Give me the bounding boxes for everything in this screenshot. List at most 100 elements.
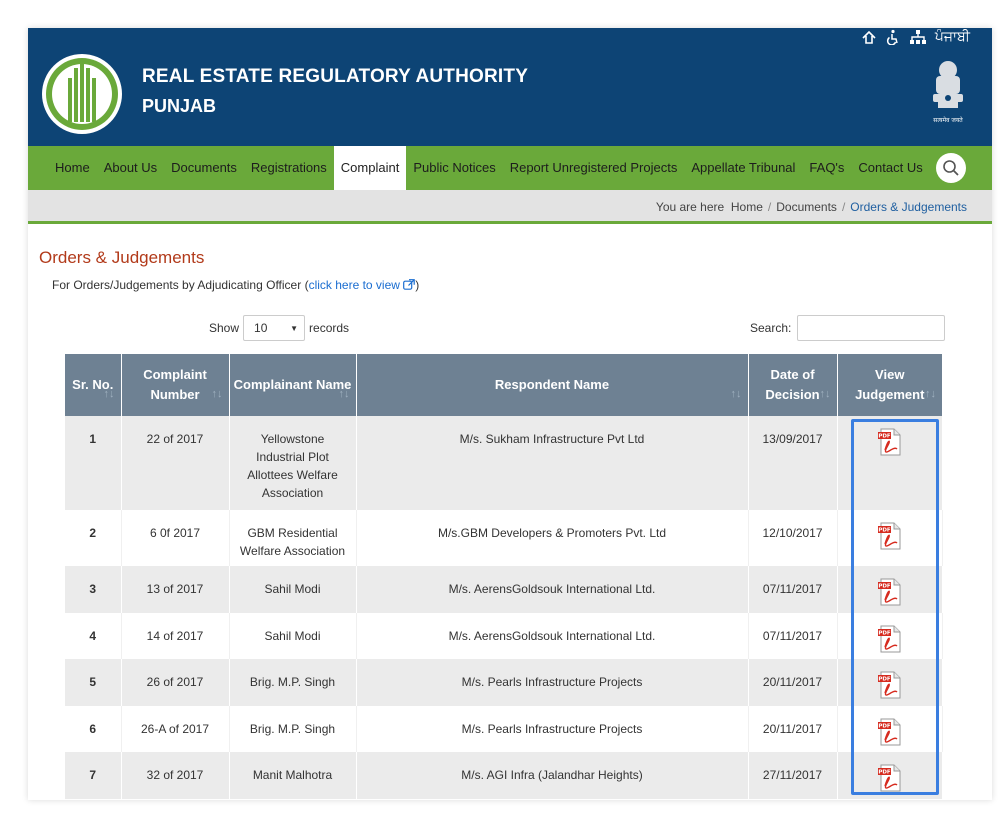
nav-report-unregistered-projects[interactable]: Report Unregistered Projects bbox=[503, 146, 685, 190]
breadcrumb-documents[interactable]: Documents bbox=[776, 200, 837, 214]
sr-no-cell: 7 bbox=[65, 752, 122, 799]
complainant-cell: Brig. M.P. Singh bbox=[229, 706, 357, 752]
language-toggle[interactable]: ਪੰਜਾਬੀ bbox=[935, 28, 970, 45]
pdf-icon[interactable]: PDF bbox=[877, 718, 903, 746]
respondent-cell: M/s. Sukham Infrastructure Pvt Ltd bbox=[356, 416, 749, 510]
sort-icon: ↑↓ bbox=[730, 388, 742, 400]
respondent-cell: M/s. Pearls Infrastructure Projects bbox=[356, 706, 749, 752]
sr-no-cell: 4 bbox=[65, 613, 122, 659]
sort-icon: ↑↓ bbox=[103, 388, 115, 400]
table-row: 7 32 of 2017 Manit Malhotra M/s. AGI Inf… bbox=[65, 752, 943, 799]
nav-about-us[interactable]: About Us bbox=[97, 146, 164, 190]
screen-reader-icon[interactable] bbox=[861, 29, 877, 45]
respondent-cell: M/s. AerensGoldsouk International Ltd. bbox=[356, 613, 749, 659]
info-close: ) bbox=[415, 278, 420, 292]
table-row: 1 22 of 2017 Yellowstone Industrial Plot… bbox=[65, 416, 943, 510]
breadcrumb-home[interactable]: Home bbox=[731, 200, 763, 214]
site-title: REAL ESTATE REGULATORY AUTHORITY bbox=[142, 66, 529, 87]
pdf-icon[interactable]: PDF bbox=[877, 625, 903, 653]
table-row: 4 14 of 2017 Sahil Modi M/s. AerensGolds… bbox=[65, 613, 943, 659]
sitemap-icon[interactable] bbox=[909, 29, 927, 45]
nav-contact-us[interactable]: Contact Us bbox=[851, 146, 929, 190]
col-complainant-name-label: Complainant Name bbox=[233, 377, 352, 392]
search-button[interactable] bbox=[935, 153, 966, 183]
col-sr-no[interactable]: Sr. No. ↑↓ bbox=[65, 354, 122, 416]
respondent-cell: M/s. Pearls Infrastructure Projects bbox=[356, 659, 749, 706]
complaint-number-cell: 26 of 2017 bbox=[121, 659, 230, 706]
records-per-page-select[interactable]: 10 ▼ bbox=[243, 315, 306, 341]
site-subtitle: PUNJAB bbox=[142, 96, 217, 116]
svg-text:PDF: PDF bbox=[878, 631, 891, 637]
table-search-input[interactable] bbox=[797, 315, 946, 341]
nav-appellate-tribunal[interactable]: Appellate Tribunal bbox=[684, 146, 802, 190]
pdf-icon[interactable]: PDF bbox=[877, 764, 903, 792]
complainant-cell: Yellowstone Industrial Plot Allottees We… bbox=[229, 416, 357, 510]
complainant-cell: GBM Residential Welfare Association bbox=[229, 510, 357, 566]
page-title: Orders & Judgements bbox=[39, 248, 205, 267]
sort-icon: ↑↓ bbox=[925, 388, 936, 400]
pdf-icon[interactable]: PDF bbox=[877, 428, 903, 456]
col-view-judgement[interactable]: View Judgement ↑↓ bbox=[837, 354, 942, 416]
nav-public-notices[interactable]: Public Notices bbox=[406, 146, 502, 190]
nav-faqs[interactable]: FAQ's bbox=[802, 146, 851, 190]
records-control: Show 10 ▼ records bbox=[209, 315, 349, 341]
site-header: REAL ESTATE REGULATORY AUTHORITY PUNJAB … bbox=[28, 28, 992, 146]
col-respondent-name-label: Respondent Name bbox=[494, 377, 610, 392]
records-label: records bbox=[309, 321, 350, 335]
pdf-icon[interactable]: PDF bbox=[877, 522, 903, 550]
click-here-link[interactable]: click here to view bbox=[309, 278, 416, 292]
click-here-label: click here to view bbox=[308, 278, 400, 292]
chevron-down-icon: ▼ bbox=[290, 323, 299, 333]
respondent-cell: M/s.GBM Developers & Promoters Pvt. Ltd bbox=[356, 510, 749, 566]
date-cell: 20/11/2017 bbox=[748, 659, 838, 706]
col-complaint-number-label: Complaint Number bbox=[143, 367, 207, 402]
col-date-of-decision[interactable]: Date of Decision ↑↓ bbox=[748, 354, 838, 416]
col-complaint-number[interactable]: Complaint Number ↑↓ bbox=[121, 354, 230, 416]
svg-text:PDF: PDF bbox=[878, 584, 891, 590]
table-search-control: Search: bbox=[750, 315, 946, 341]
view-judgement-cell: PDF bbox=[837, 706, 943, 752]
complaint-number-cell: 13 of 2017 bbox=[121, 566, 230, 613]
col-complainant-name[interactable]: Complainant Name ↑↓ bbox=[229, 354, 357, 416]
view-judgement-cell: PDF bbox=[837, 752, 943, 799]
view-judgement-cell: PDF bbox=[837, 613, 943, 659]
main-nav: Home About Us Documents Registrations Co… bbox=[28, 146, 992, 190]
view-judgement-cell: PDF bbox=[837, 566, 943, 613]
nav-documents[interactable]: Documents bbox=[164, 146, 244, 190]
svg-text:PDF: PDF bbox=[878, 528, 891, 534]
search-label: Search: bbox=[750, 321, 792, 335]
sort-icon: ↑↓ bbox=[338, 388, 350, 400]
nav-complaint[interactable]: Complaint bbox=[333, 146, 407, 190]
svg-text:PDF: PDF bbox=[878, 770, 891, 776]
complaint-number-cell: 26-A of 2017 bbox=[121, 706, 230, 752]
col-respondent-name[interactable]: Respondent Name ↑↓ bbox=[356, 354, 749, 416]
date-cell: 07/11/2017 bbox=[748, 613, 838, 659]
date-cell: 27/11/2017 bbox=[748, 752, 838, 799]
complaint-number-cell: 32 of 2017 bbox=[121, 752, 230, 799]
col-view-judgement-label: View Judgement bbox=[855, 367, 925, 402]
sr-no-cell: 1 bbox=[65, 416, 122, 510]
accessibility-icon[interactable] bbox=[885, 29, 901, 45]
date-cell: 20/11/2017 bbox=[748, 706, 838, 752]
pdf-icon[interactable]: PDF bbox=[877, 671, 903, 699]
complainant-cell: Sahil Modi bbox=[229, 613, 357, 659]
nav-registrations[interactable]: Registrations bbox=[244, 146, 334, 190]
date-cell: 13/09/2017 bbox=[748, 416, 838, 510]
table-row: 3 13 of 2017 Sahil Modi M/s. AerensGolds… bbox=[65, 566, 943, 613]
complainant-cell: Manit Malhotra bbox=[229, 752, 357, 799]
complaint-number-cell: 6 0f 2017 bbox=[121, 510, 230, 566]
complaint-number-cell: 14 of 2017 bbox=[121, 613, 230, 659]
show-label: Show bbox=[209, 321, 240, 335]
sr-no-cell: 2 bbox=[65, 510, 122, 566]
view-judgement-cell: PDF bbox=[837, 510, 943, 566]
sr-no-cell: 5 bbox=[65, 659, 122, 706]
national-emblem: सत्यमेव जयते bbox=[933, 61, 963, 124]
complainant-cell: Sahil Modi bbox=[229, 566, 357, 613]
nav-home[interactable]: Home bbox=[48, 146, 97, 190]
rera-logo[interactable] bbox=[40, 50, 124, 138]
svg-text:PDF: PDF bbox=[878, 434, 891, 440]
complaint-number-cell: 22 of 2017 bbox=[121, 416, 230, 510]
sr-no-cell: 6 bbox=[65, 706, 122, 752]
pdf-icon[interactable]: PDF bbox=[877, 578, 903, 606]
breadcrumb-prefix: You are here bbox=[655, 200, 725, 214]
